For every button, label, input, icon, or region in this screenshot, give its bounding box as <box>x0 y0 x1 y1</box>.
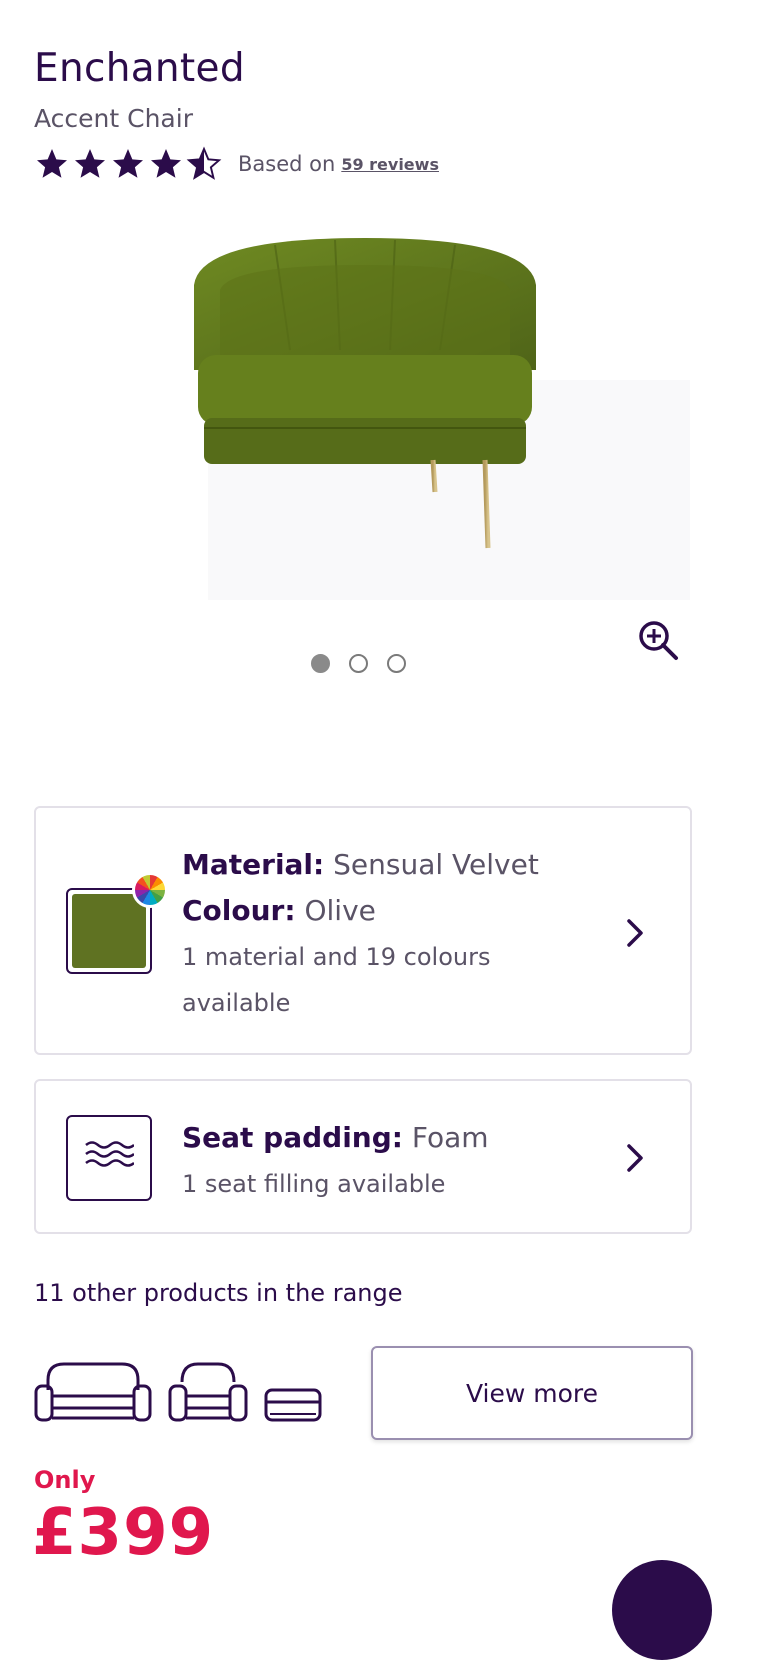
padding-value: Foam <box>411 1121 489 1154</box>
carousel-dot-3[interactable] <box>387 654 406 673</box>
colour-wheel-icon <box>132 872 168 908</box>
material-label: Material: <box>182 848 325 881</box>
padding-line: Seat padding: Foam <box>182 1115 542 1161</box>
seat-padding-card[interactable]: Seat padding: Foam 1 seat filling availa… <box>34 1079 692 1234</box>
range-title: 11 other products in the range <box>34 1279 403 1307</box>
reviews-link[interactable]: 59 reviews <box>341 155 439 174</box>
colour-line: Colour: Olive <box>182 888 542 934</box>
material-details: Material: Sensual Velvet Colour: Olive 1… <box>182 842 542 1026</box>
product-title: Enchanted <box>34 46 245 91</box>
chevron-right-icon <box>627 1144 643 1172</box>
carousel-dot-2[interactable] <box>349 654 368 673</box>
star-full-icon <box>113 149 143 178</box>
star-rating <box>34 146 222 182</box>
sofa-icon <box>34 1362 152 1422</box>
padding-availability: 1 seat filling available <box>182 1170 446 1198</box>
range-icons <box>34 1360 322 1424</box>
colour-value: Olive <box>304 894 376 927</box>
carousel-dot-1[interactable] <box>311 654 330 673</box>
view-more-button[interactable]: View more <box>371 1346 693 1440</box>
star-full-icon <box>151 149 181 178</box>
seat-padding-icon <box>66 1115 152 1201</box>
material-line: Material: Sensual Velvet <box>182 842 542 888</box>
only-label: Only <box>34 1466 96 1494</box>
star-full-icon <box>37 149 67 178</box>
footstool-icon <box>264 1388 322 1422</box>
chevron-right-icon <box>627 919 643 947</box>
rating-row: Based on 59 reviews <box>34 146 439 182</box>
price: £399 <box>32 1496 215 1570</box>
olive-velvet-accent-chair-image[interactable] <box>180 220 690 610</box>
reviews-prefix: Based on <box>238 152 336 176</box>
colour-label: Colour: <box>182 894 296 927</box>
material-colour-card[interactable]: Material: Sensual Velvet Colour: Olive 1… <box>34 806 692 1055</box>
padding-details: Seat padding: Foam 1 seat filling availa… <box>182 1115 542 1207</box>
material-availability: 1 material and 19 colours available <box>182 943 491 1017</box>
chat-button[interactable] <box>612 1560 712 1660</box>
zoom-in-icon[interactable] <box>636 618 680 662</box>
product-subtitle: Accent Chair <box>34 104 193 133</box>
carousel-dots <box>311 654 406 673</box>
armchair-icon <box>168 1362 248 1422</box>
olive-swatch <box>72 894 146 968</box>
star-full-icon <box>75 149 105 178</box>
star-half-icon <box>186 146 222 180</box>
padding-label: Seat padding: <box>182 1121 403 1154</box>
material-value: Sensual Velvet <box>333 848 539 881</box>
